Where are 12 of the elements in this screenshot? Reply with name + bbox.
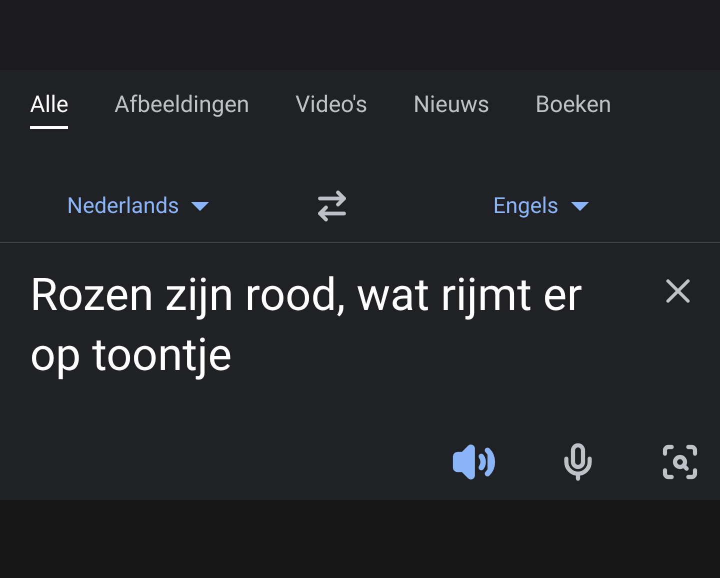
source-language-dropdown[interactable]: Nederlands	[67, 190, 210, 222]
search-tab[interactable]: Afbeeldingen	[114, 90, 250, 129]
camera-search-icon	[660, 442, 700, 482]
camera-search-button[interactable]	[660, 442, 700, 482]
search-tab[interactable]: Boeken	[535, 90, 612, 129]
input-field[interactable]: Rozen zijn rood, wat rijmt er op toontje	[30, 265, 630, 385]
caret-icon	[570, 201, 589, 211]
search-tab[interactable]: Nieuws	[413, 90, 490, 129]
target-language-dropdown[interactable]: Engels	[493, 190, 589, 222]
caret-icon	[191, 201, 210, 211]
search-tab[interactable]: Alle	[30, 90, 68, 129]
search-tab[interactable]: Video's	[295, 90, 368, 129]
